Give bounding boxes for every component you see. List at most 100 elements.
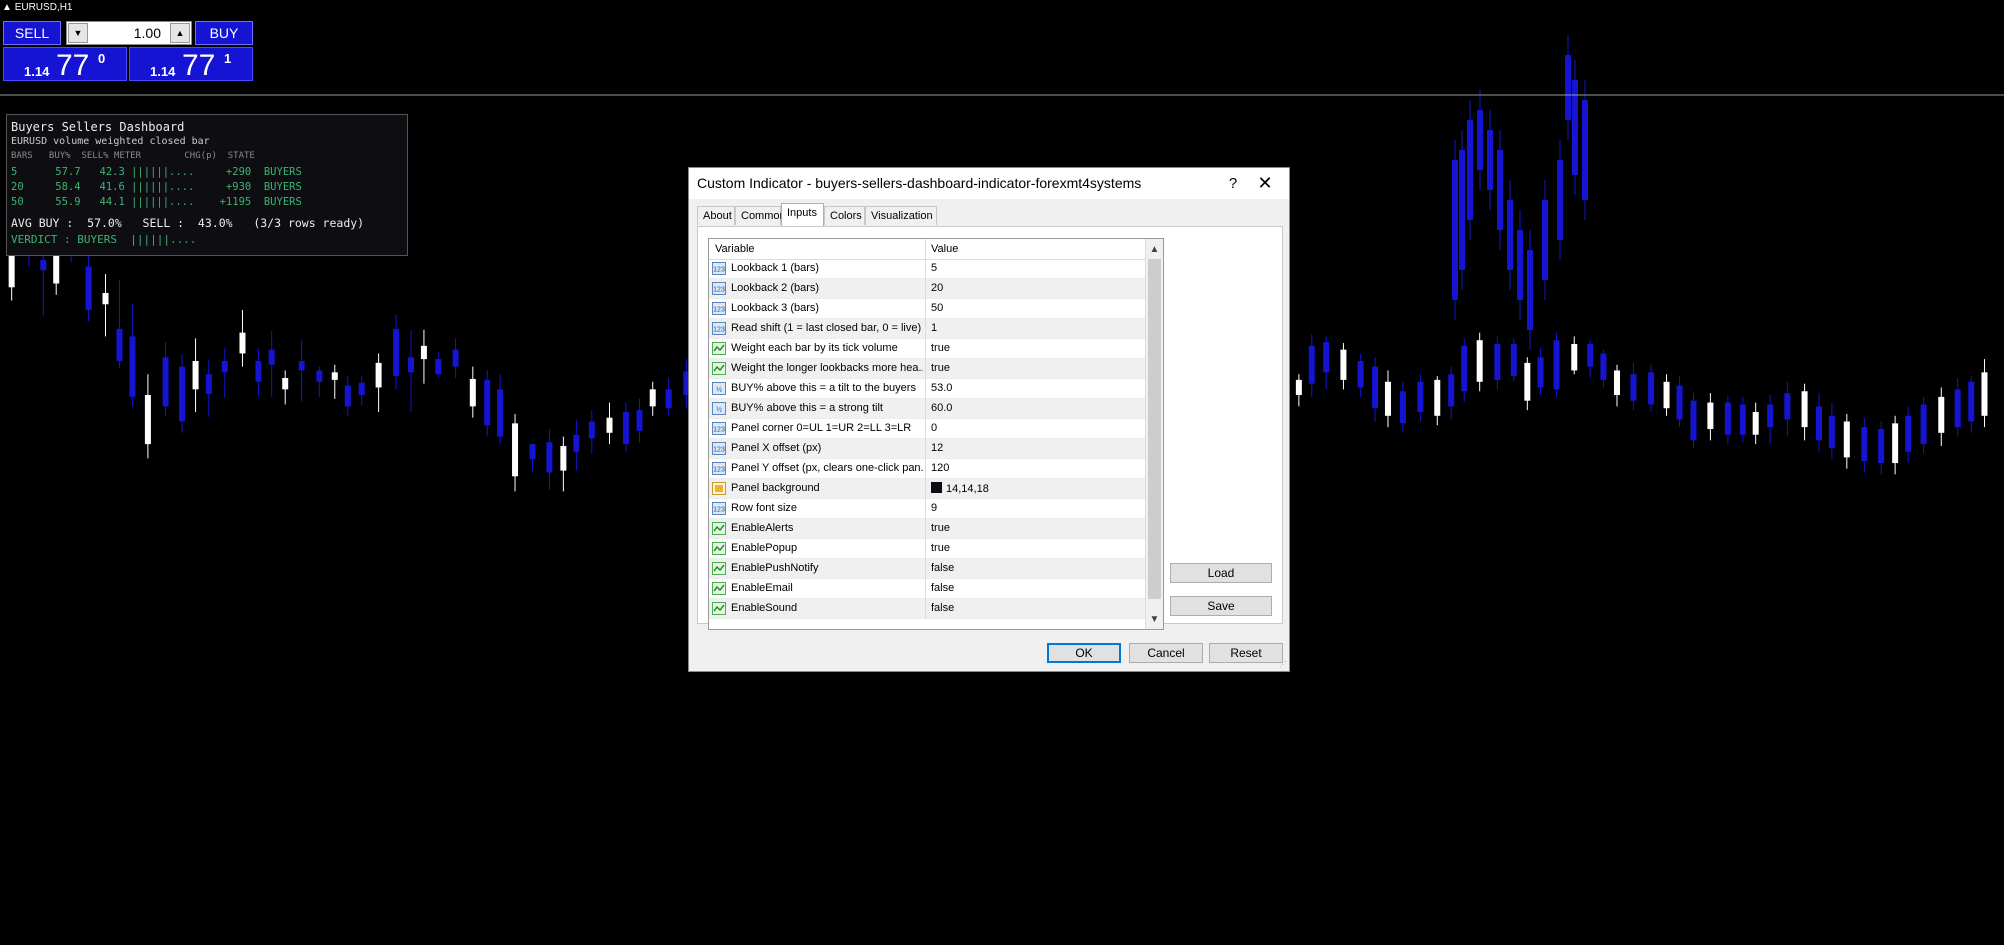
cancel-button[interactable]: Cancel: [1129, 643, 1203, 663]
input-row[interactable]: 123 Row font size 9: [709, 499, 1147, 519]
buy-button[interactable]: BUY: [195, 21, 253, 45]
input-row[interactable]: 123 Panel corner 0=UL 1=UR 2=LL 3=LR 0: [709, 419, 1147, 439]
dashboard-title: Buyers Sellers Dashboard: [11, 120, 185, 134]
tab-about[interactable]: About: [697, 206, 735, 225]
lot-increase-button[interactable]: ▲: [170, 23, 190, 43]
lot-size-value[interactable]: 1.00: [134, 25, 161, 41]
scroll-thumb[interactable]: [1148, 259, 1161, 599]
close-button[interactable]: ✕: [1251, 172, 1279, 194]
input-row[interactable]: 123 Lookback 1 (bars) 5: [709, 259, 1147, 279]
input-name: EnablePushNotify: [731, 562, 819, 574]
resize-grip-icon[interactable]: ⋰: [1279, 661, 1287, 669]
input-value-text: true: [931, 542, 950, 554]
column-divider: [925, 519, 926, 539]
input-value-text: true: [931, 342, 950, 354]
tab-visualization[interactable]: Visualization: [865, 206, 937, 225]
tab-inputs[interactable]: Inputs: [781, 203, 824, 226]
column-divider: [925, 299, 926, 319]
input-row[interactable]: ½ BUY% above this = a tilt to the buyers 5…: [709, 379, 1147, 399]
input-value[interactable]: true: [931, 522, 950, 534]
input-value[interactable]: true: [931, 342, 950, 354]
scroll-down-arrow-icon[interactable]: ▼: [1146, 610, 1163, 628]
candle: [1968, 376, 1975, 433]
candle: [255, 348, 262, 397]
input-value[interactable]: 53.0: [931, 382, 952, 394]
input-value[interactable]: false: [931, 582, 954, 594]
input-row[interactable]: 123 Lookback 3 (bars) 50: [709, 299, 1147, 319]
input-row[interactable]: EnablePushNotify false: [709, 559, 1147, 579]
column-header-variable[interactable]: Variable: [715, 243, 755, 255]
bool-type-icon: [712, 542, 726, 555]
input-value-text: 5: [931, 262, 938, 274]
bool-type-icon: [712, 522, 726, 535]
input-row[interactable]: ½ BUY% above this = a strong tilt 60.0: [709, 399, 1147, 419]
candle: [102, 274, 109, 337]
candle: [1690, 393, 1697, 448]
candle: [606, 402, 613, 445]
tab-common[interactable]: Common: [735, 206, 786, 225]
help-button[interactable]: ?: [1220, 172, 1246, 194]
input-value[interactable]: false: [931, 562, 954, 574]
close-icon: ✕: [1257, 172, 1273, 193]
input-value[interactable]: true: [931, 362, 950, 374]
input-row[interactable]: 123 Read shift (1 = last closed bar, 0 = …: [709, 319, 1147, 339]
load-button[interactable]: Load: [1170, 563, 1272, 583]
sell-price-button[interactable]: 1.14 77 0: [3, 47, 127, 82]
column-header-value[interactable]: Value: [931, 243, 958, 255]
input-row[interactable]: EnablePopup true: [709, 539, 1147, 559]
input-value[interactable]: 60.0: [931, 402, 952, 414]
input-value[interactable]: 5: [931, 262, 937, 274]
candle: [1517, 210, 1523, 320]
dashboard-subtitle: EURUSD volume weighted closed bar: [11, 136, 210, 147]
candle: [573, 419, 580, 471]
column-divider: [925, 579, 926, 599]
input-value[interactable]: 50: [931, 302, 943, 314]
input-row[interactable]: 123 Lookback 2 (bars) 20: [709, 279, 1147, 299]
input-row[interactable]: 123 Panel Y offset (px, clears one-click …: [709, 459, 1147, 479]
column-divider: [925, 419, 926, 439]
candle: [1815, 393, 1822, 452]
input-row[interactable]: EnableSound false: [709, 599, 1147, 619]
input-value[interactable]: 20: [931, 282, 943, 294]
lot-size-field[interactable]: ▼ 1.00 ▲: [66, 21, 192, 45]
input-value[interactable]: 14,14,18: [931, 482, 989, 495]
column-divider[interactable]: [925, 239, 926, 259]
buy-price-button[interactable]: 1.14 77 1: [129, 47, 253, 82]
input-row[interactable]: [709, 619, 1147, 629]
reset-button[interactable]: Reset: [1209, 643, 1283, 663]
column-divider: [925, 559, 926, 579]
candle: [1843, 413, 1850, 469]
input-value[interactable]: 12: [931, 442, 943, 454]
input-row[interactable]: Weight the longer lookbacks more hea... t…: [709, 359, 1147, 379]
dashboard-row: 50 55.9 44.1 ||||||.... +1195 BUYERS: [11, 196, 302, 208]
input-name: BUY% above this = a strong tilt: [731, 402, 883, 414]
input-row[interactable]: EnableAlerts true: [709, 519, 1147, 539]
tab-colors[interactable]: Colors: [824, 206, 865, 225]
scroll-up-arrow-icon[interactable]: ▲: [1146, 240, 1163, 258]
ok-button[interactable]: OK: [1047, 643, 1121, 663]
input-row[interactable]: Panel background 14,14,18: [709, 479, 1147, 499]
sell-button[interactable]: SELL: [3, 21, 61, 45]
one-click-trading-panel: SELL ▼ 1.00 ▲ BUY 1.14 77 0 1.14 77 1: [3, 21, 253, 82]
candle: [622, 402, 629, 452]
candle: [636, 398, 643, 443]
input-value[interactable]: 9: [931, 502, 937, 514]
input-row[interactable]: EnableEmail false: [709, 579, 1147, 599]
input-value[interactable]: false: [931, 602, 954, 614]
dialog-titlebar[interactable]: Custom Indicator - buyers-sellers-dashbo…: [689, 168, 1289, 199]
grid-scrollbar[interactable]: ▲ ▼: [1145, 239, 1163, 629]
candle: [1340, 343, 1347, 390]
column-divider: [925, 479, 926, 499]
candle: [316, 366, 323, 397]
candle: [144, 374, 151, 459]
input-value[interactable]: 120: [931, 462, 949, 474]
input-row[interactable]: 123 Panel X offset (px) 12: [709, 439, 1147, 459]
input-value[interactable]: true: [931, 542, 950, 554]
input-row[interactable]: Weight each bar by its tick volume true: [709, 339, 1147, 359]
candle: [129, 304, 136, 407]
input-value[interactable]: 1: [931, 322, 937, 334]
input-value[interactable]: 0: [931, 422, 937, 434]
candle: [1648, 364, 1655, 413]
lot-decrease-button[interactable]: ▼: [68, 23, 88, 43]
save-button[interactable]: Save: [1170, 596, 1272, 616]
